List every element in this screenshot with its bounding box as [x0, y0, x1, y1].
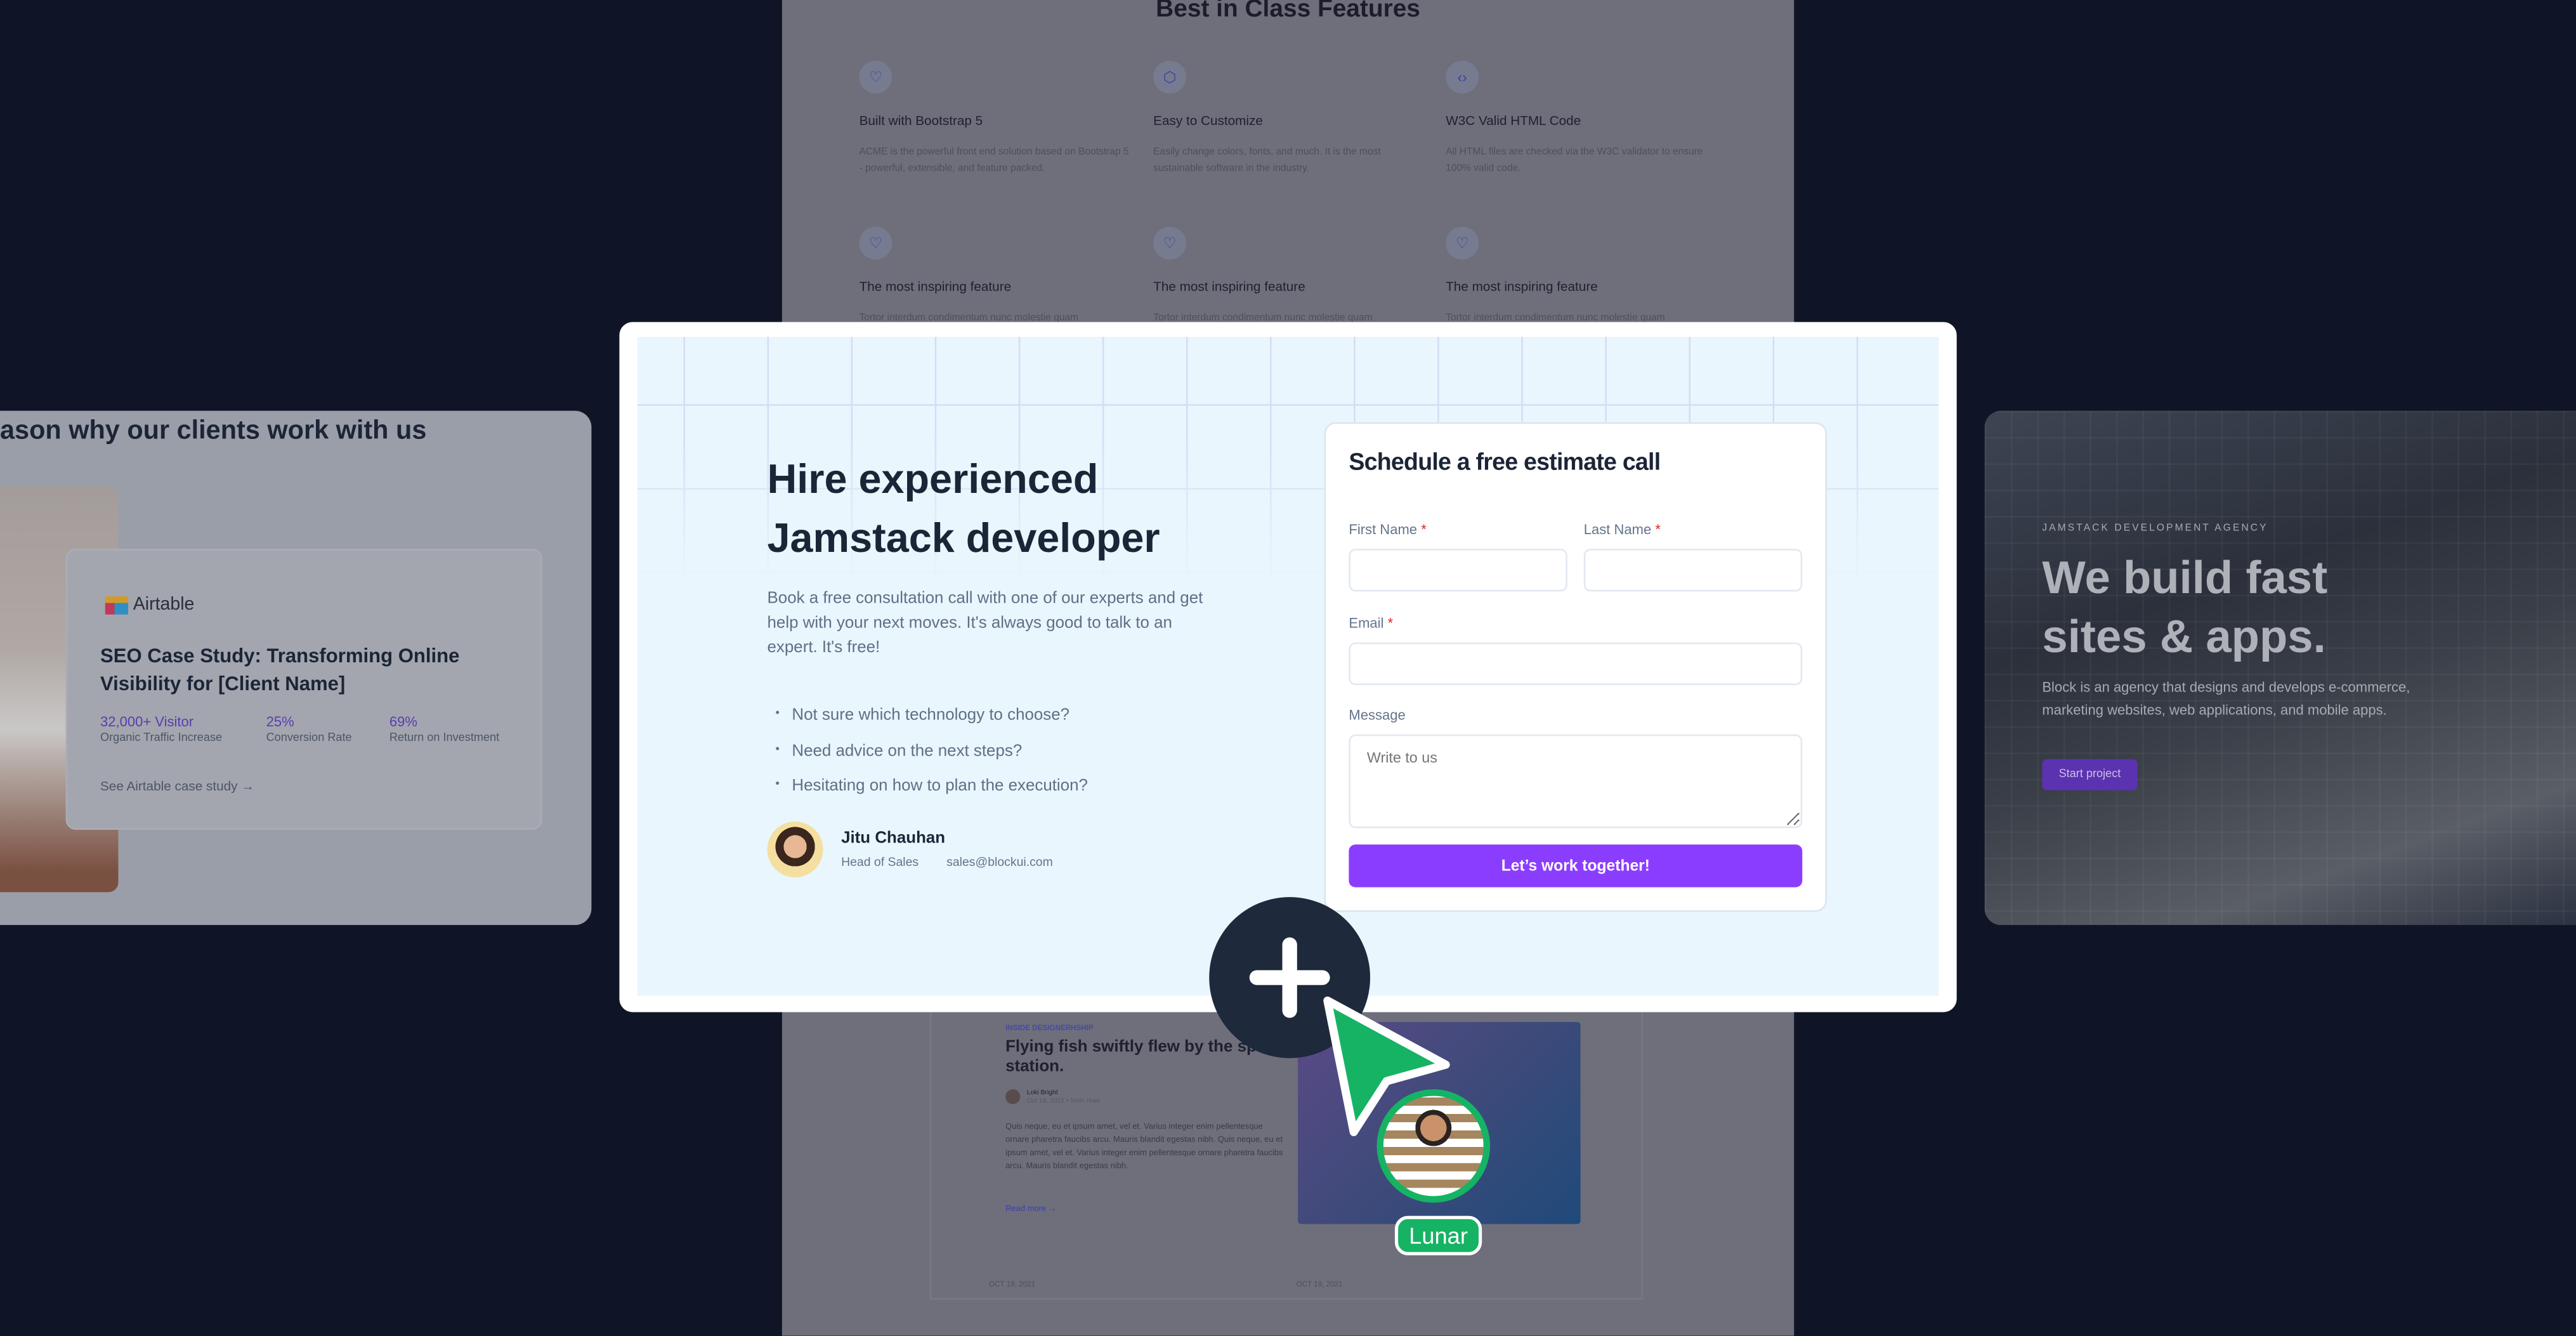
author-name: Loki Bright	[1026, 1087, 1058, 1096]
feature-item: ♡ The most inspiring feature Tortor inte…	[859, 226, 1130, 327]
message-textarea[interactable]	[1349, 734, 1803, 828]
left-template-card[interactable]: ason why our clients work with us Airtab…	[0, 410, 592, 926]
hero-headline: We build fast sites & apps.	[2042, 552, 2328, 662]
feature-title: Easy to Customize	[1153, 113, 1263, 129]
estimate-form: Schedule a free estimate call First Name…	[1324, 422, 1827, 912]
stat-value: 32,000+ Visitor	[100, 713, 194, 730]
clients-heading: ason why our clients work with us	[0, 417, 427, 445]
heart-icon: ♡	[859, 226, 892, 260]
form-title: Schedule a free estimate call	[1349, 450, 1661, 477]
message-label: Message	[1349, 706, 1406, 723]
blog-date: OCT 19, 2021	[989, 1280, 1036, 1288]
feature-title: The most inspiring feature	[1153, 279, 1305, 294]
contact-email[interactable]: sales@blockui.com	[946, 855, 1053, 869]
blog-title[interactable]: Flying fish swiftly flew by the space st…	[1005, 1038, 1285, 1078]
case-study-link[interactable]: See Airtable case study →	[100, 779, 254, 794]
stat-value: 69%	[389, 713, 417, 730]
feature-desc: All HTML files are checked via the W3C v…	[1446, 148, 1703, 174]
code-icon: ‹›	[1446, 60, 1479, 94]
read-more-link[interactable]: Read more →	[1005, 1204, 1057, 1214]
feature-item: ⬡ Easy to Customize Easily change colors…	[1153, 60, 1424, 178]
heart-icon: ♡	[1153, 226, 1186, 260]
contact-person: Jitu Chauhan Head of Sales sales@blockui.…	[767, 822, 1053, 878]
email-label: Email *	[1349, 614, 1394, 631]
last-name-input[interactable]	[1583, 549, 1803, 592]
airtable-logo-icon	[105, 595, 129, 614]
stat-label: Organic Traffic Increase	[100, 733, 223, 745]
avatar	[767, 822, 823, 878]
submit-button[interactable]: Let’s work together!	[1349, 844, 1803, 887]
stat-label: Conversion Rate	[266, 733, 352, 745]
section-title: Hire experienced Jamstack developer	[767, 457, 1160, 562]
feature-item: ‹› W3C Valid HTML Code All HTML files ar…	[1446, 60, 1716, 178]
stat-label: Return on Investment	[389, 733, 500, 745]
right-template-card[interactable]: JAMSTACK DEVELOPMENT AGENCY We build fas…	[1984, 410, 2576, 926]
bullet-list: Not sure which technology to choose? Nee…	[775, 698, 1088, 804]
airtable-logo: Airtable	[105, 594, 195, 615]
last-name-label: Last Name *	[1583, 521, 1661, 537]
stat: 25% Conversion Rate	[266, 713, 352, 744]
section-desc: Book a free consultation call with one o…	[767, 589, 1203, 657]
feature-title: Built with Bootstrap 5	[859, 113, 983, 129]
feature-item: ♡ The most inspiring feature Tortor inte…	[1153, 226, 1424, 327]
collaborator-avatar	[1376, 1089, 1491, 1203]
features-heading: Best in Class Features	[1156, 0, 1420, 23]
feature-title: W3C Valid HTML Code	[1446, 113, 1581, 129]
bullet-item: Need advice on the next steps?	[775, 733, 1087, 769]
blog-body: Quis neque, eu et ipsum amet, vel et. Va…	[1005, 1122, 1283, 1172]
blog-author: Loki Bright Oct 19, 2021 • 5min read	[1005, 1087, 1100, 1104]
blog-date: OCT 19, 2021	[1296, 1280, 1343, 1288]
stat: 69% Return on Investment	[389, 713, 499, 744]
email-input[interactable]	[1349, 642, 1803, 686]
heart-icon: ♡	[1446, 226, 1479, 260]
collaborator-name-label: Lunar	[1394, 1215, 1482, 1255]
bullet-item: Not sure which technology to choose?	[775, 698, 1087, 734]
feature-title: The most inspiring feature	[1446, 279, 1598, 294]
author-avatar	[1005, 1088, 1021, 1104]
feature-desc: Easily change colors, fonts, and much. I…	[1153, 148, 1381, 174]
cube-icon: ⬡	[1153, 60, 1186, 94]
contact-role: Head of Sales	[841, 854, 919, 870]
case-title: SEO Case Study: Transforming Online Visi…	[100, 644, 460, 695]
stat-value: 25%	[266, 713, 294, 730]
feature-title: The most inspiring feature	[859, 279, 1012, 294]
logo-text: Airtable	[133, 594, 195, 615]
contact-name: Jitu Chauhan	[841, 829, 946, 848]
start-project-button[interactable]: Start project	[2042, 759, 2138, 790]
first-name-label: First Name *	[1349, 521, 1427, 537]
heart-icon: ♡	[859, 60, 892, 94]
blog-meta: Oct 19, 2021 • 5min read	[1026, 1096, 1100, 1104]
feature-item: ♡ The most inspiring feature Tortor inte…	[1446, 226, 1716, 327]
canvas: Best in Class Features ♡ Built with Boot…	[0, 0, 2576, 1336]
case-study-card: Airtable SEO Case Study: Transforming On…	[65, 549, 542, 830]
hero-desc: Block is an agency that designs and deve…	[2042, 678, 2410, 717]
first-name-input[interactable]	[1349, 549, 1567, 592]
bullet-item: Hesitating on how to plan the execution?	[775, 769, 1088, 804]
blog-category: INSIDE DESIGNERHSHIP	[1005, 1023, 1094, 1032]
feature-item: ♡ Built with Bootstrap 5 ACME is the pow…	[859, 60, 1130, 178]
feature-desc: ACME is the powerful front end solution …	[859, 148, 1129, 174]
stat: 32,000+ Visitor Organic Traffic Increase	[100, 713, 222, 744]
grid-overlay	[1984, 410, 2576, 926]
eyebrow: JAMSTACK DEVELOPMENT AGENCY	[2042, 524, 2268, 534]
